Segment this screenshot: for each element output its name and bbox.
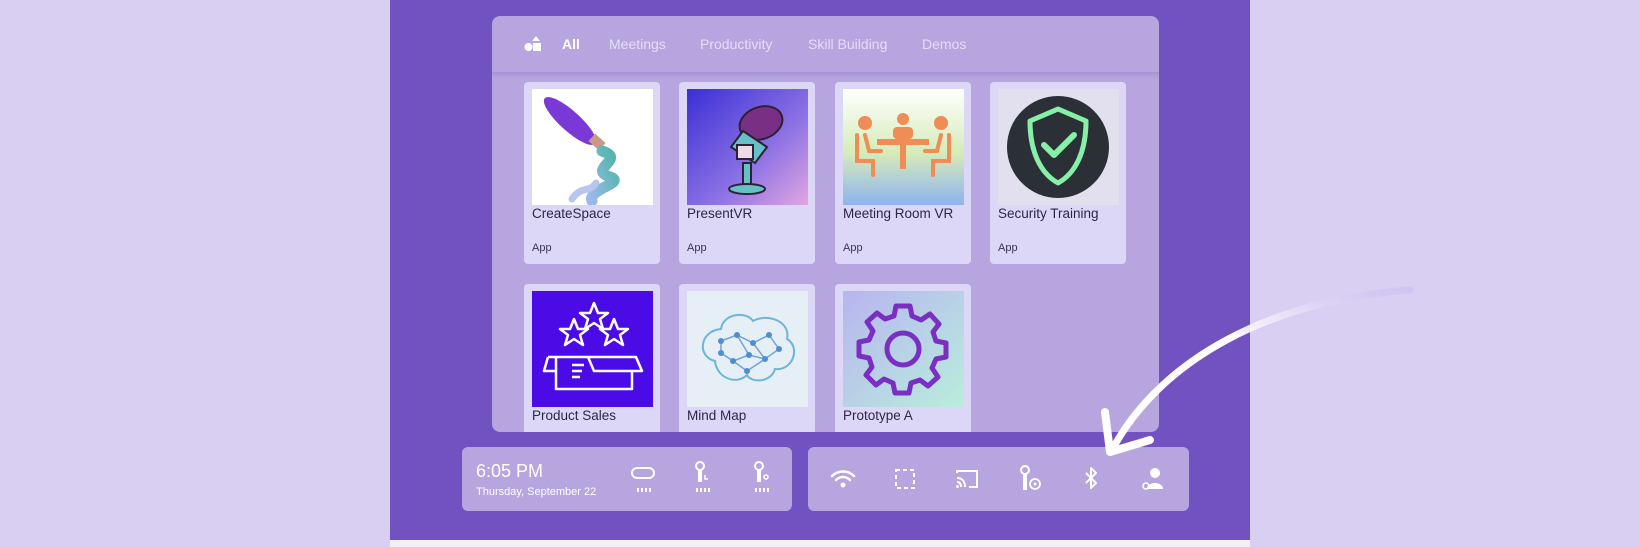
app-card-type: App [998,242,1018,254]
cast-icon[interactable] [953,465,981,493]
app-card-security-training[interactable]: Security Training App [990,82,1126,264]
app-card-title: Product Sales [532,408,617,423]
app-card-title: Meeting Room VR [843,206,954,221]
app-library-window: All Meetings Productivity Skill Building… [492,16,1159,432]
app-card-title: CreateSpace [532,206,611,221]
app-card-type: App [532,242,552,254]
app-card-type: App [843,242,863,254]
tab-demos[interactable]: Demos [922,36,966,52]
library-shapes-icon [524,36,541,51]
paintbrush-icon [532,89,653,205]
quick-settings-bar [808,447,1189,511]
app-card-prototype-a[interactable]: Prototype A [835,284,971,432]
brain-icon [687,291,808,407]
gear-icon [843,291,964,407]
clock-date: Thursday, September 22 [476,486,597,498]
bluetooth-icon[interactable] [1077,465,1105,493]
account-icon[interactable] [1139,465,1167,493]
controller-sync-icon[interactable] [1015,465,1043,493]
microphone-icon [687,89,808,205]
app-card-mind-map[interactable]: Mind Map [679,284,815,432]
headset-icon [631,467,655,492]
app-card-title: PresentVR [687,206,753,221]
app-card-createspace[interactable]: CreateSpace App [524,82,660,264]
app-card-type: App [687,242,707,254]
category-tab-bar: All Meetings Productivity Skill Building… [492,16,1159,73]
app-card-title: Prototype A [843,408,913,423]
tab-productivity[interactable]: Productivity [700,36,772,52]
shield-check-icon [998,89,1119,205]
app-card-title: Security Training [998,206,1099,221]
tab-meetings[interactable]: Meetings [609,36,666,52]
app-card-presentvr[interactable]: PresentVR App [679,82,815,264]
meeting-table-icon [843,89,964,205]
app-card-product-sales[interactable]: Product Sales [524,284,660,432]
floor-strip [390,540,1250,547]
wifi-icon[interactable] [829,465,857,493]
tab-all[interactable]: All [562,36,580,52]
right-controller-icon [754,461,769,492]
clock-time: 6:05 PM [476,461,544,481]
app-card-title: Mind Map [687,408,747,423]
boundary-icon[interactable] [891,465,919,493]
status-bar[interactable]: 6:05 PM Thursday, September 22 [462,447,792,511]
star-box-icon [532,291,653,407]
app-card-meeting-room-vr[interactable]: Meeting Room VR App [835,82,971,264]
left-controller-icon [695,461,710,492]
tab-skill-building[interactable]: Skill Building [808,36,887,52]
